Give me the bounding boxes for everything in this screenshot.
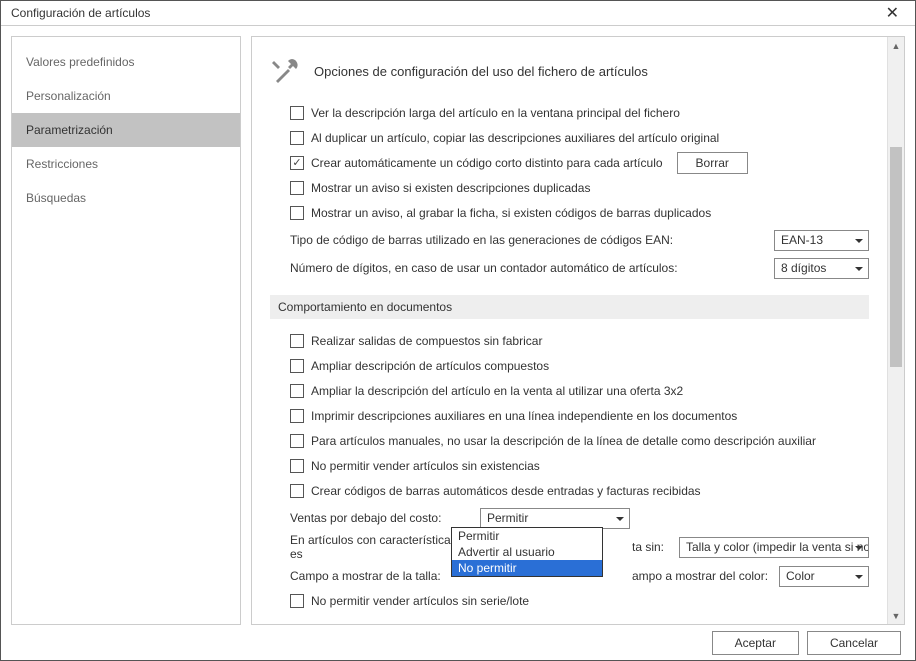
dialog-footer: Aceptar Cancelar: [1, 625, 915, 660]
ventas-below-cost-select[interactable]: Permitir: [480, 508, 630, 529]
caracteristicas-label-right: ta sin:: [632, 540, 664, 554]
dropdown-option-permitir[interactable]: Permitir: [452, 528, 602, 544]
digits-label: Número de dígitos, en caso de usar un co…: [290, 261, 678, 275]
barcode-type-label: Tipo de código de barras utilizado en la…: [290, 233, 673, 247]
sidebar-item-searches[interactable]: Búsquedas: [12, 181, 240, 215]
ventas-below-cost-label: Ventas por debajo del costo:: [290, 511, 470, 525]
sub-section-header: Comportamiento en documentos: [270, 295, 869, 319]
checkbox-warn-dup-desc[interactable]: [290, 181, 304, 195]
checkbox-label: No permitir vender artículos sin existen…: [311, 459, 540, 473]
checkbox-barcodes-auto-entrada[interactable]: [290, 484, 304, 498]
checkbox-label: Ampliar descripción de artículos compues…: [311, 359, 549, 373]
dialog-body: Valores predefinidos Personalización Par…: [1, 26, 915, 625]
sidebar-item-personalization[interactable]: Personalización: [12, 79, 240, 113]
campo-color-label: ampo a mostrar del color:: [632, 569, 768, 583]
checkbox-label: Para artículos manuales, no usar la desc…: [311, 434, 816, 448]
dropdown-option-advertir[interactable]: Advertir al usuario: [452, 544, 602, 560]
checkbox-ampliar-compuestos[interactable]: [290, 359, 304, 373]
scroll-thumb[interactable]: [890, 147, 902, 367]
checkbox-label: No permitir vender artículos sin serie/l…: [311, 594, 529, 608]
window-title: Configuración de artículos: [11, 6, 150, 20]
title-bar: Configuración de artículos ✕: [1, 1, 915, 26]
sidebar-item-parametrization[interactable]: Parametrización: [12, 113, 240, 147]
checkbox-label: Crear automáticamente un código corto di…: [311, 156, 663, 170]
checkbox-warn-dup-barcode[interactable]: [290, 206, 304, 220]
barcode-type-select[interactable]: EAN-13: [774, 230, 869, 251]
campo-talla-label: Campo a mostrar de la talla:: [290, 569, 470, 583]
sidebar-item-predefined-values[interactable]: Valores predefinidos: [12, 45, 240, 79]
caracteristicas-select[interactable]: Talla y color (impedir la venta si no s: [679, 537, 869, 558]
section-title: Opciones de configuración del uso del fi…: [314, 64, 648, 79]
ok-button[interactable]: Aceptar: [712, 631, 799, 655]
dropdown-option-no-permitir[interactable]: No permitir: [452, 560, 602, 576]
campo-color-select[interactable]: Color: [779, 566, 869, 587]
checkbox-label: Ver la descripción larga del artículo en…: [311, 106, 680, 120]
ventas-below-cost-value: Permitir: [487, 511, 528, 525]
section-header: Opciones de configuración del uso del fi…: [270, 55, 869, 87]
options-block-1: Ver la descripción larga del artículo en…: [270, 101, 869, 281]
checkbox-auto-short-code[interactable]: [290, 156, 304, 170]
checkbox-no-vender-sin-exist[interactable]: [290, 459, 304, 473]
checkbox-manuales-no-detalle[interactable]: [290, 434, 304, 448]
checkbox-ampliar-3x2[interactable]: [290, 384, 304, 398]
clear-button[interactable]: Borrar: [677, 152, 748, 174]
campo-color-value: Color: [786, 569, 815, 583]
checkbox-label: Ampliar la descripción del artículo en l…: [311, 384, 683, 398]
digits-value: 8 dígitos: [781, 261, 826, 275]
scroll-up-arrow-icon[interactable]: ▲: [888, 37, 904, 54]
checkbox-duplicate-copy-aux[interactable]: [290, 131, 304, 145]
digits-select[interactable]: 8 dígitos: [774, 258, 869, 279]
scroll-down-arrow-icon[interactable]: ▼: [888, 607, 904, 624]
caracteristicas-label-left: En artículos con características es: [290, 533, 470, 561]
sidebar-item-restrictions[interactable]: Restricciones: [12, 147, 240, 181]
sidebar: Valores predefinidos Personalización Par…: [11, 36, 241, 625]
close-button[interactable]: ✕: [878, 1, 907, 25]
checkbox-label: Crear códigos de barras automáticos desd…: [311, 484, 701, 498]
cancel-button[interactable]: Cancelar: [807, 631, 901, 655]
ventas-below-cost-dropdown[interactable]: Permitir Advertir al usuario No permitir: [451, 527, 603, 577]
checkbox-imprimir-aux[interactable]: [290, 409, 304, 423]
main-content: Opciones de configuración del uso del fi…: [252, 37, 887, 624]
caracteristicas-value: Talla y color (impedir la venta si no s: [686, 540, 869, 554]
checkbox-label: Al duplicar un artículo, copiar las desc…: [311, 131, 719, 145]
checkbox-salidas-compuestos[interactable]: [290, 334, 304, 348]
checkbox-label: Imprimir descripciones auxiliares en una…: [311, 409, 737, 423]
dialog-window: Configuración de artículos ✕ Valores pre…: [0, 0, 916, 661]
tools-icon: [270, 55, 302, 87]
barcode-type-value: EAN-13: [781, 233, 823, 247]
checkbox-label: Realizar salidas de compuestos sin fabri…: [311, 334, 542, 348]
main-panel: Opciones de configuración del uso del fi…: [251, 36, 905, 625]
checkbox-label: Mostrar un aviso, al grabar la ficha, si…: [311, 206, 711, 220]
options-block-2: Realizar salidas de compuestos sin fabri…: [270, 329, 869, 613]
checkbox-no-vender-sin-serie[interactable]: [290, 594, 304, 608]
checkbox-long-description[interactable]: [290, 106, 304, 120]
checkbox-label: Mostrar un aviso si existen descripcione…: [311, 181, 590, 195]
vertical-scrollbar[interactable]: ▲ ▼: [887, 37, 904, 624]
